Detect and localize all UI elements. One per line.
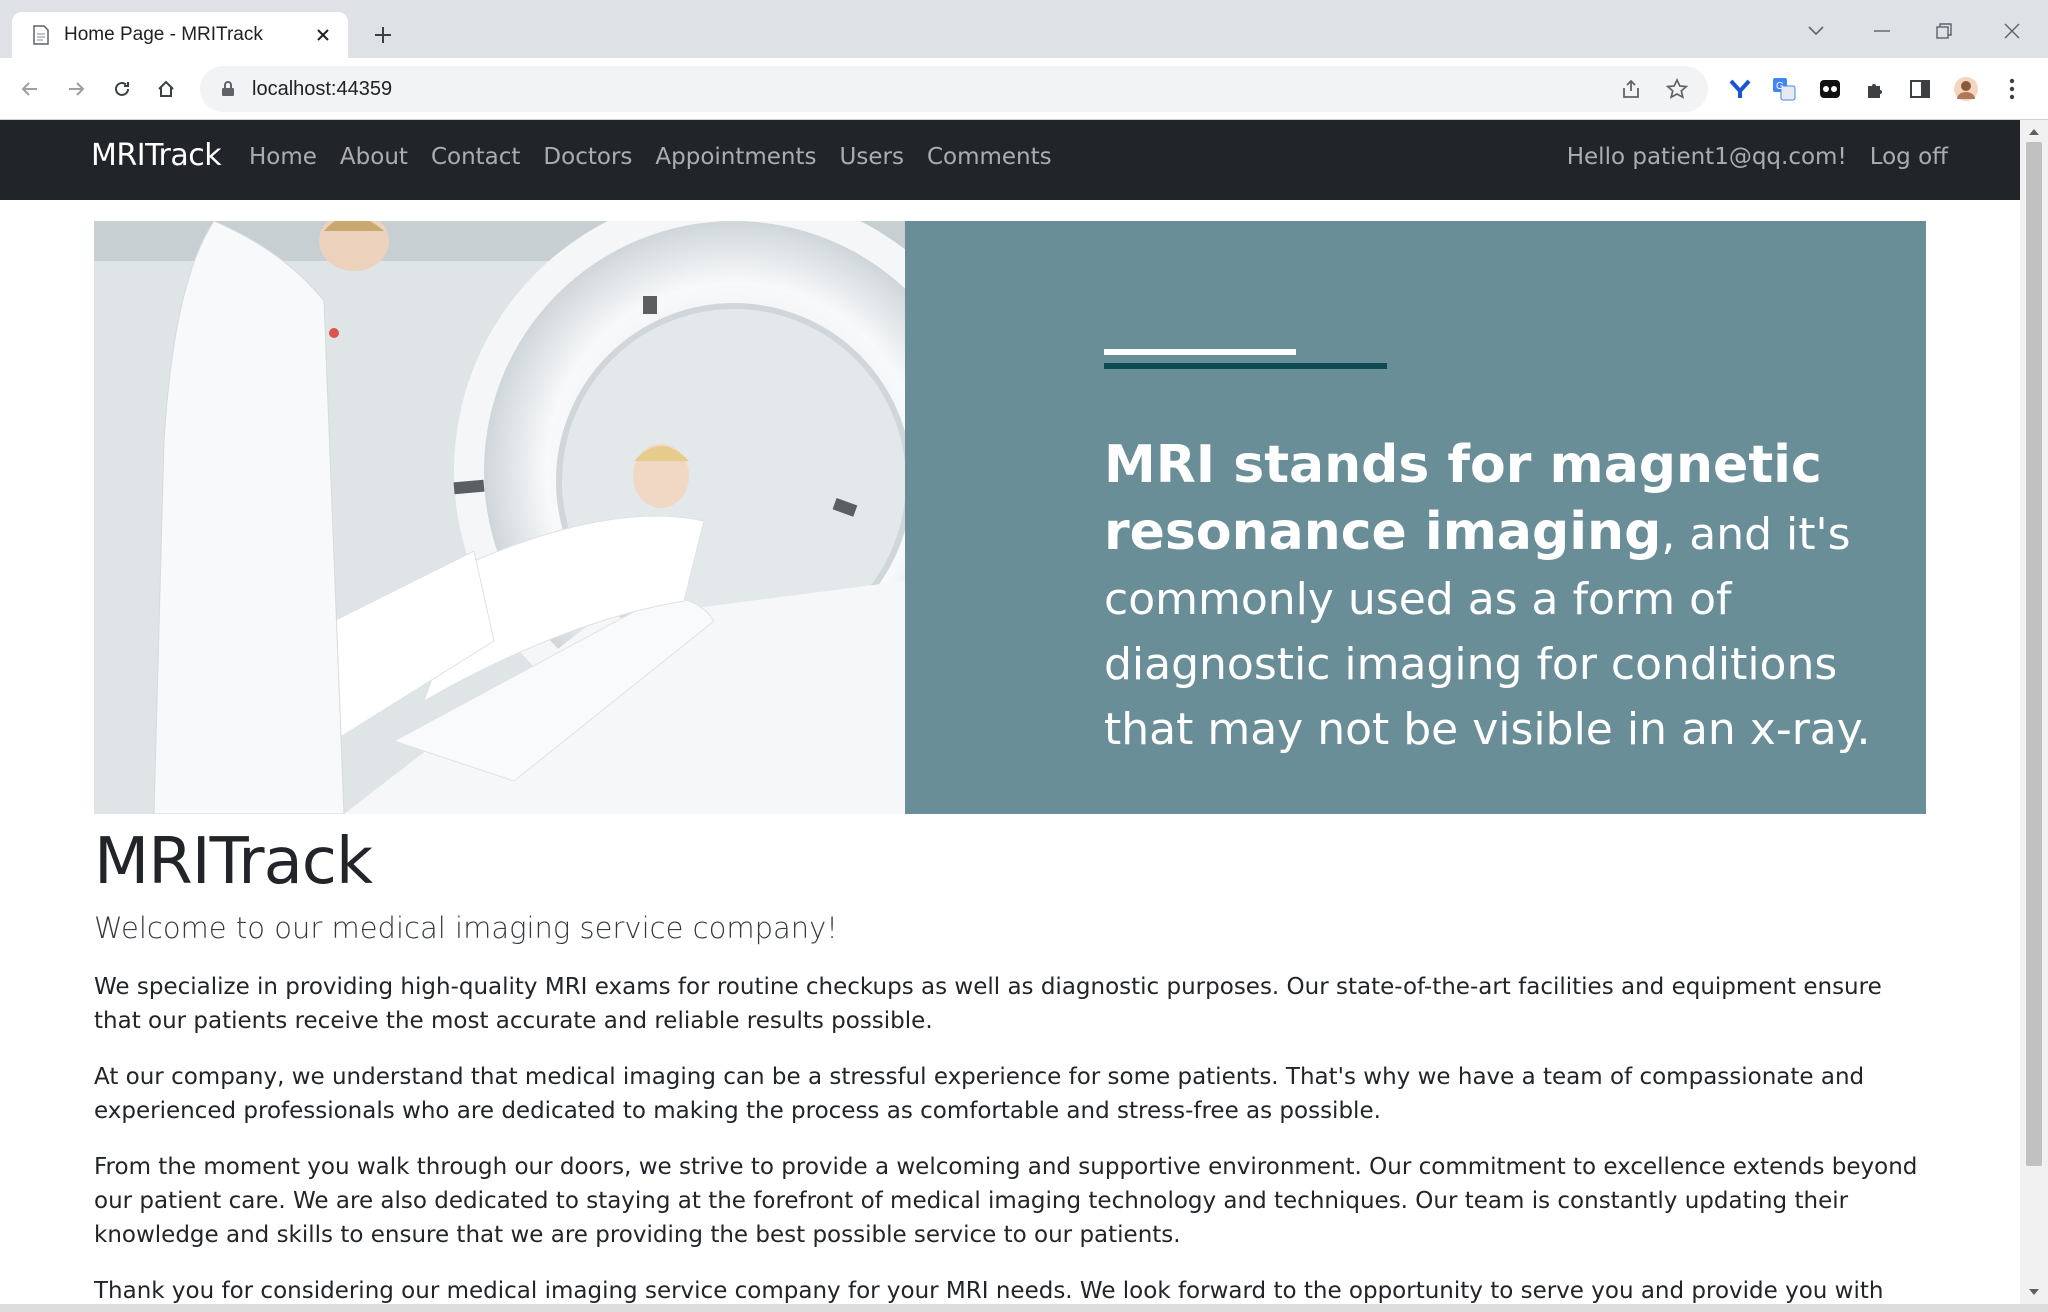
close-window-icon[interactable] — [1992, 14, 2032, 48]
forward-icon[interactable] — [60, 73, 92, 105]
tab-search-chevron-icon[interactable] — [1796, 14, 1836, 48]
profile-avatar-icon[interactable] — [1950, 73, 1982, 105]
side-panel-icon[interactable] — [1904, 73, 1936, 105]
page-title: MRITrack — [94, 825, 373, 899]
user-nav: Hello patient1@qq.com! Log off — [1544, 144, 1948, 170]
nav-link-users[interactable]: Users — [840, 144, 904, 170]
page-viewport: MRITrack Home About Contact Doctors Appo… — [0, 120, 2020, 1304]
hero-accent-line-light — [1104, 349, 1296, 355]
hero-text-panel: MRI stands for magnetic resonance imagin… — [905, 221, 1926, 814]
hero-caption: MRI stands for magnetic resonance imagin… — [1104, 433, 1894, 762]
back-icon[interactable] — [14, 73, 46, 105]
browser-tab[interactable]: Home Page - MRITrack — [12, 12, 348, 58]
body-paragraph: We specialize in providing high-quality … — [94, 974, 1882, 1034]
new-tab-icon[interactable] — [368, 20, 398, 50]
home-icon[interactable] — [150, 73, 182, 105]
share-icon[interactable] — [1616, 74, 1646, 104]
extension-y-icon[interactable] — [1724, 73, 1756, 105]
minimize-icon[interactable] — [1862, 14, 1902, 48]
translate-icon[interactable]: G — [1768, 73, 1800, 105]
browser-menu-icon[interactable] — [1996, 73, 2028, 105]
svg-text:G: G — [1776, 81, 1784, 92]
nav-link-appointments[interactable]: Appointments — [655, 144, 816, 170]
tab-strip: Home Page - MRITrack — [0, 0, 2048, 58]
nav-link-about[interactable]: About — [340, 144, 408, 170]
hero-mri-photo — [94, 221, 1014, 814]
scroll-down-arrow-icon[interactable] — [2026, 1284, 2042, 1300]
hero-banner: MRI stands for magnetic resonance imagin… — [94, 221, 1926, 814]
lock-icon[interactable] — [218, 79, 238, 99]
nav-link-doctors[interactable]: Doctors — [543, 144, 632, 170]
bottom-edge — [0, 1304, 2048, 1312]
body-paragraph: At our company, we understand that medic… — [94, 1064, 1865, 1124]
scroll-up-arrow-icon[interactable] — [2026, 124, 2042, 140]
body-paragraph: Thank you for considering our medical im… — [94, 1278, 1884, 1304]
url-text: localhost:44359 — [252, 77, 393, 100]
extensions-puzzle-icon[interactable] — [1860, 73, 1892, 105]
nav-link-home[interactable]: Home — [249, 144, 317, 170]
close-tab-icon[interactable] — [310, 22, 336, 48]
nav-links: Home About Contact Doctors Appointments … — [249, 144, 1075, 170]
nav-link-contact[interactable]: Contact — [431, 144, 520, 170]
browser-toolbar: localhost:44359 G — [0, 58, 2048, 120]
bookmark-star-icon[interactable] — [1662, 74, 1692, 104]
body-paragraph: From the moment you walk through our doo… — [94, 1154, 1918, 1248]
vertical-scrollbar[interactable] — [2020, 120, 2048, 1304]
browser-chrome: Home Page - MRITrack localhost:44359 G — [0, 0, 2048, 120]
restore-icon[interactable] — [1924, 14, 1964, 48]
lead-text: Welcome to our medical imaging service c… — [94, 911, 838, 945]
navbar-brand[interactable]: MRITrack — [91, 138, 222, 173]
scrollbar-thumb[interactable] — [2026, 142, 2042, 1166]
main-content: MRITrack Welcome to our medical imaging … — [94, 814, 1926, 1304]
logoff-link[interactable]: Log off — [1870, 144, 1948, 170]
nav-link-comments[interactable]: Comments — [927, 144, 1052, 170]
page-favicon-icon — [30, 24, 52, 46]
address-bar[interactable]: localhost:44359 — [200, 66, 1708, 112]
tab-title: Home Page - MRITrack — [64, 24, 263, 45]
user-greeting-link[interactable]: Hello patient1@qq.com! — [1567, 144, 1847, 170]
hero-accent-line-dark — [1104, 363, 1387, 369]
extension-mask-icon[interactable] — [1814, 73, 1846, 105]
site-navbar: MRITrack Home About Contact Doctors Appo… — [0, 120, 2020, 200]
reload-icon[interactable] — [106, 73, 138, 105]
